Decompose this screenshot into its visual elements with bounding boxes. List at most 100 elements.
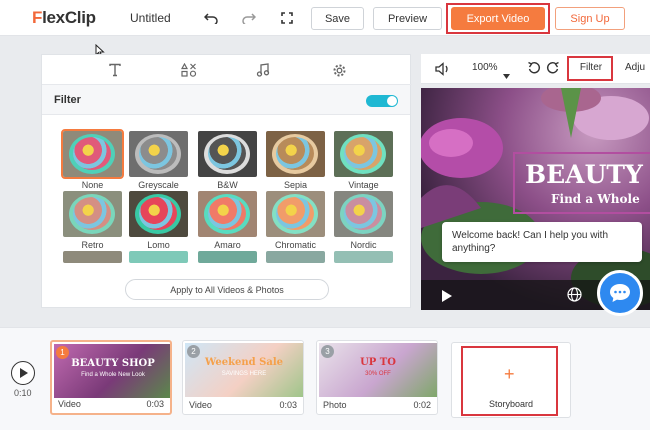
timeline-clip[interactable]: Weekend Sale SAVINGS HERE 2 Video 0:03 [182, 340, 304, 415]
logo-initial: F [32, 8, 43, 27]
add-plus-icon: + [504, 364, 515, 384]
filter-thumbnail[interactable] [129, 131, 188, 177]
filter-label[interactable]: Greyscale [129, 180, 188, 190]
elements-tool-icon[interactable] [180, 61, 198, 79]
clip-subcaption: SAVINGS HERE [221, 371, 267, 377]
filter-thumbnail-partial[interactable] [334, 251, 393, 263]
thumbnail-candy [139, 197, 177, 230]
thumbnail-candy [73, 197, 111, 230]
clip-number-badge: 1 [56, 346, 69, 359]
thumbnail-candy [73, 137, 111, 170]
clip-caption: UP TO [360, 357, 396, 368]
filter-label[interactable]: B&W [198, 180, 257, 190]
thumbnail-candy [208, 137, 246, 170]
video-title-line2: Find a Whole [551, 192, 640, 206]
filter-thumbnail-partial[interactable] [129, 251, 188, 263]
timeline-clip[interactable]: UP TO 30% OFF 3 Photo 0:02 [316, 340, 438, 415]
clip-duration: 0:02 [413, 400, 431, 410]
filter-header-row: Filter [42, 85, 410, 115]
export-video-button[interactable]: Export Video [451, 7, 545, 30]
flexclip-logo[interactable]: FlexClip [32, 8, 96, 28]
filter-thumbnail[interactable] [129, 191, 188, 237]
timeline-clip[interactable]: BEAUTY SHOP Find a Whole New Look 1 Video 0:… [50, 340, 172, 415]
thumbnail-candy [276, 197, 314, 230]
filter-label[interactable]: Vintage [334, 180, 393, 190]
filter-label[interactable]: Lomo [129, 240, 188, 250]
filter-thumbnail-partial[interactable] [198, 251, 257, 263]
rotate-right-icon[interactable] [546, 61, 560, 80]
clip-thumbnail: BEAUTY SHOP Find a Whole New Look [54, 344, 170, 398]
preview-button[interactable]: Preview [373, 7, 442, 30]
clip-subcaption: 30% OFF [365, 371, 391, 377]
filter-panel: Filter None Greyscale B&W Sepia Vintage Retro… [41, 54, 412, 308]
chat-launcher-button[interactable] [597, 270, 643, 316]
fullscreen-icon[interactable] [278, 9, 296, 27]
clip-duration: 0:03 [279, 400, 297, 410]
filter-thumbnail[interactable] [63, 191, 122, 237]
filter-thumbnail[interactable] [198, 191, 257, 237]
music-tool-icon[interactable] [254, 61, 272, 79]
top-bar: FlexClip Untitled Save Preview Export Vi… [0, 0, 650, 36]
logo-text: lexClip [42, 8, 96, 27]
timeline-play-button[interactable] [11, 361, 35, 385]
filter-toggle[interactable] [366, 95, 398, 107]
rotate-left-icon[interactable] [527, 61, 541, 80]
preview-toolbar: 100% Filter Adju [421, 54, 650, 84]
clip-thumbnail: Weekend Sale SAVINGS HERE [185, 343, 303, 397]
filter-label[interactable]: Chromatic [266, 240, 325, 250]
panel-tab-bar [42, 55, 412, 85]
chat-bubble-icon [610, 284, 630, 302]
filter-thumbnail-partial[interactable] [63, 251, 122, 263]
filter-label[interactable]: Retro [63, 240, 122, 250]
filter-label[interactable]: Amaro [198, 240, 257, 250]
apply-to-all-button[interactable]: Apply to All Videos & Photos [125, 279, 329, 300]
clip-caption: Weekend Sale [204, 357, 284, 368]
sign-up-button[interactable]: Sign Up [555, 7, 625, 30]
clip-duration: 0:03 [146, 399, 164, 409]
clip-type: Photo [323, 400, 347, 410]
chat-message-bubble[interactable]: Welcome back! Can I help you with anythi… [442, 222, 642, 262]
settings-gear-icon[interactable] [330, 61, 348, 79]
clip-type: Video [58, 399, 81, 409]
clip-number-badge: 3 [321, 345, 334, 358]
clip-type: Video [189, 400, 212, 410]
thumbnail-candy [208, 197, 246, 230]
toggle-knob [387, 96, 397, 106]
filter-thumbnail[interactable] [266, 191, 325, 237]
filter-thumbnail-partial[interactable] [266, 251, 325, 263]
filter-label[interactable]: Sepia [266, 180, 325, 190]
filter-thumbnail[interactable] [334, 191, 393, 237]
filter-tab[interactable]: Filter [571, 62, 611, 73]
clip-caption: BEAUTY SHOP [71, 358, 155, 369]
filter-thumbnail[interactable] [334, 131, 393, 177]
text-tool-icon[interactable] [106, 61, 124, 79]
filter-heading: Filter [54, 94, 81, 106]
volume-icon[interactable] [435, 62, 451, 81]
clip-thumbnail: UP TO 30% OFF [319, 343, 437, 397]
undo-icon[interactable] [202, 9, 220, 27]
timeline-duration: 0:10 [14, 388, 32, 398]
storyboard-button[interactable]: + Storyboard [451, 342, 571, 418]
thumbnail-candy [344, 197, 382, 230]
filter-label[interactable]: Nordic [334, 240, 393, 250]
redo-icon[interactable] [240, 9, 258, 27]
filter-label[interactable]: None [63, 180, 122, 190]
clip-number-badge: 2 [187, 345, 200, 358]
thumbnail-candy [139, 137, 177, 170]
zoom-dropdown-icon[interactable] [503, 66, 510, 84]
filter-thumbnail[interactable] [198, 131, 257, 177]
video-title-line1: BEAUTY [525, 160, 643, 189]
filter-thumbnail[interactable] [61, 129, 124, 179]
play-icon [19, 368, 28, 378]
filter-thumbnail[interactable] [266, 131, 325, 177]
video-title-card[interactable]: BEAUTY Find a Whole [513, 152, 650, 214]
globe-icon[interactable] [567, 287, 582, 307]
play-icon[interactable] [441, 289, 452, 307]
save-button[interactable]: Save [311, 7, 364, 30]
thumbnail-candy [276, 137, 314, 170]
zoom-level[interactable]: 100% [472, 62, 498, 73]
document-title[interactable]: Untitled [130, 11, 171, 25]
thumbnail-candy [344, 137, 382, 170]
clip-subcaption: Find a Whole New Look [81, 372, 145, 378]
adjust-tab[interactable]: Adju [625, 62, 645, 73]
